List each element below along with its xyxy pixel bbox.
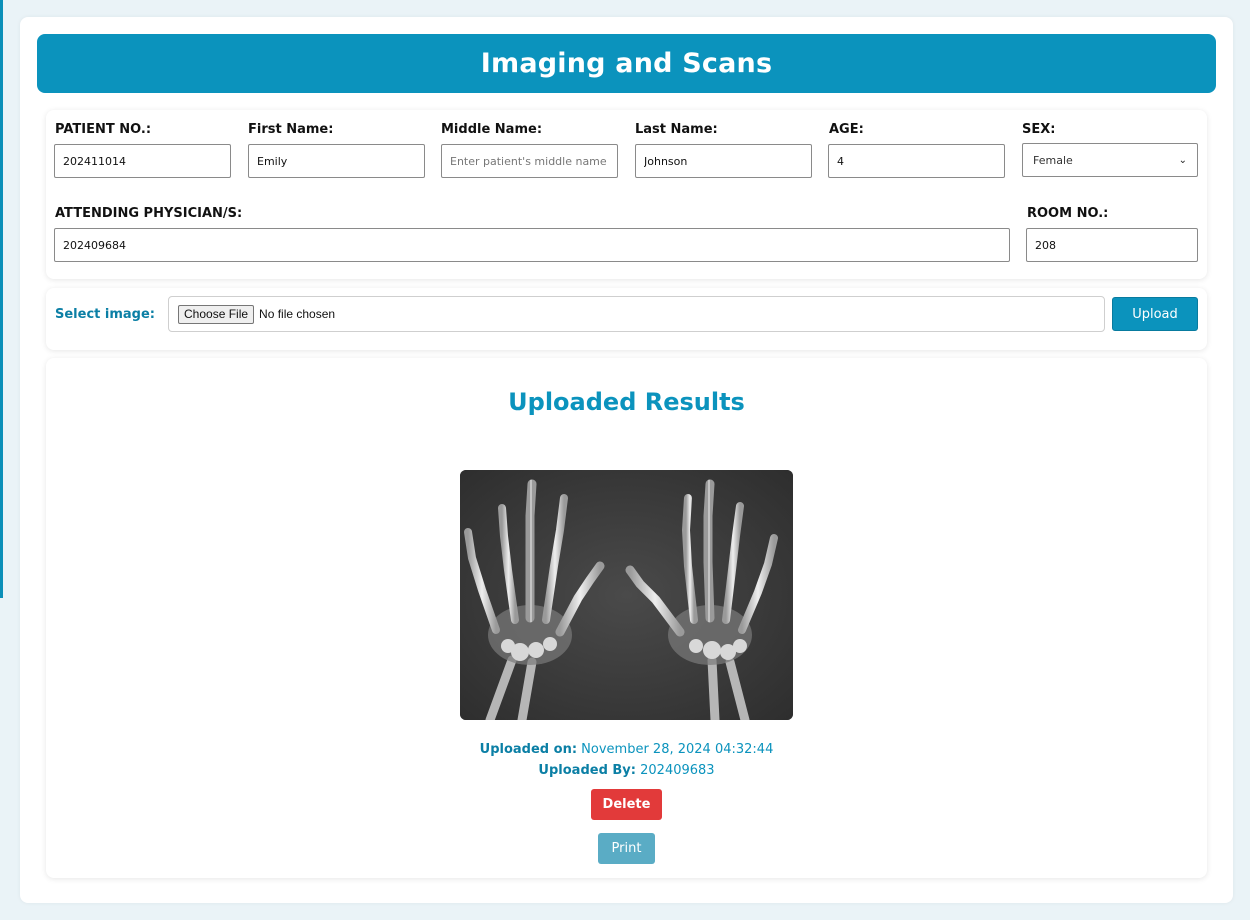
first-name-field[interactable] xyxy=(248,144,425,178)
upload-panel: Select image: Choose File No file chosen… xyxy=(46,288,1207,350)
delete-button[interactable]: Delete xyxy=(591,789,662,820)
select-image-label: Select image: xyxy=(55,307,155,322)
physician-field[interactable] xyxy=(54,228,1010,262)
left-accent-bar xyxy=(0,0,3,598)
middle-name-field[interactable] xyxy=(441,144,618,178)
sex-select-value: Female xyxy=(1033,153,1073,167)
chevron-down-icon: ⌄ xyxy=(1178,154,1187,166)
file-input[interactable]: Choose File No file chosen xyxy=(168,296,1105,332)
file-status-text: No file chosen xyxy=(259,307,336,321)
last-name-field[interactable] xyxy=(635,144,812,178)
hands-xray-graphic xyxy=(460,470,793,720)
physician-label: ATTENDING PHYSICIAN/S: xyxy=(55,206,243,221)
uploaded-on-line: Uploaded on: November 28, 2024 04:32:44 xyxy=(46,742,1207,757)
room-no-label: ROOM NO.: xyxy=(1027,206,1109,221)
choose-file-button[interactable]: Choose File xyxy=(178,304,255,324)
results-panel: Uploaded Results Uploaded on: November 2… xyxy=(46,358,1207,878)
last-name-label: Last Name: xyxy=(635,122,718,137)
patient-info-panel: PATIENT NO.: First Name: Middle Name: La… xyxy=(46,110,1207,279)
upload-button[interactable]: Upload xyxy=(1112,297,1198,331)
print-button[interactable]: Print xyxy=(598,833,655,864)
page-header: Imaging and Scans xyxy=(37,34,1216,93)
sex-select[interactable]: Female ⌄ xyxy=(1022,143,1198,177)
uploaded-on-value: November 28, 2024 04:32:44 xyxy=(581,742,774,757)
uploaded-on-label: Uploaded on: xyxy=(479,742,578,757)
page-title: Imaging and Scans xyxy=(480,48,773,79)
middle-name-label: Middle Name: xyxy=(441,122,543,137)
uploaded-by-label: Uploaded By: xyxy=(538,763,636,778)
age-label: AGE: xyxy=(829,122,864,137)
patient-no-label: PATIENT NO.: xyxy=(55,122,152,137)
uploaded-by-value: 202409683 xyxy=(640,763,715,778)
age-field[interactable] xyxy=(828,144,1005,178)
sex-label: SEX: xyxy=(1022,122,1056,137)
results-title: Uploaded Results xyxy=(508,388,745,416)
first-name-label: First Name: xyxy=(248,122,334,137)
uploaded-by-line: Uploaded By: 202409683 xyxy=(46,763,1207,778)
room-no-field[interactable] xyxy=(1026,228,1198,262)
patient-no-field[interactable] xyxy=(54,144,231,178)
xray-image xyxy=(460,470,793,720)
